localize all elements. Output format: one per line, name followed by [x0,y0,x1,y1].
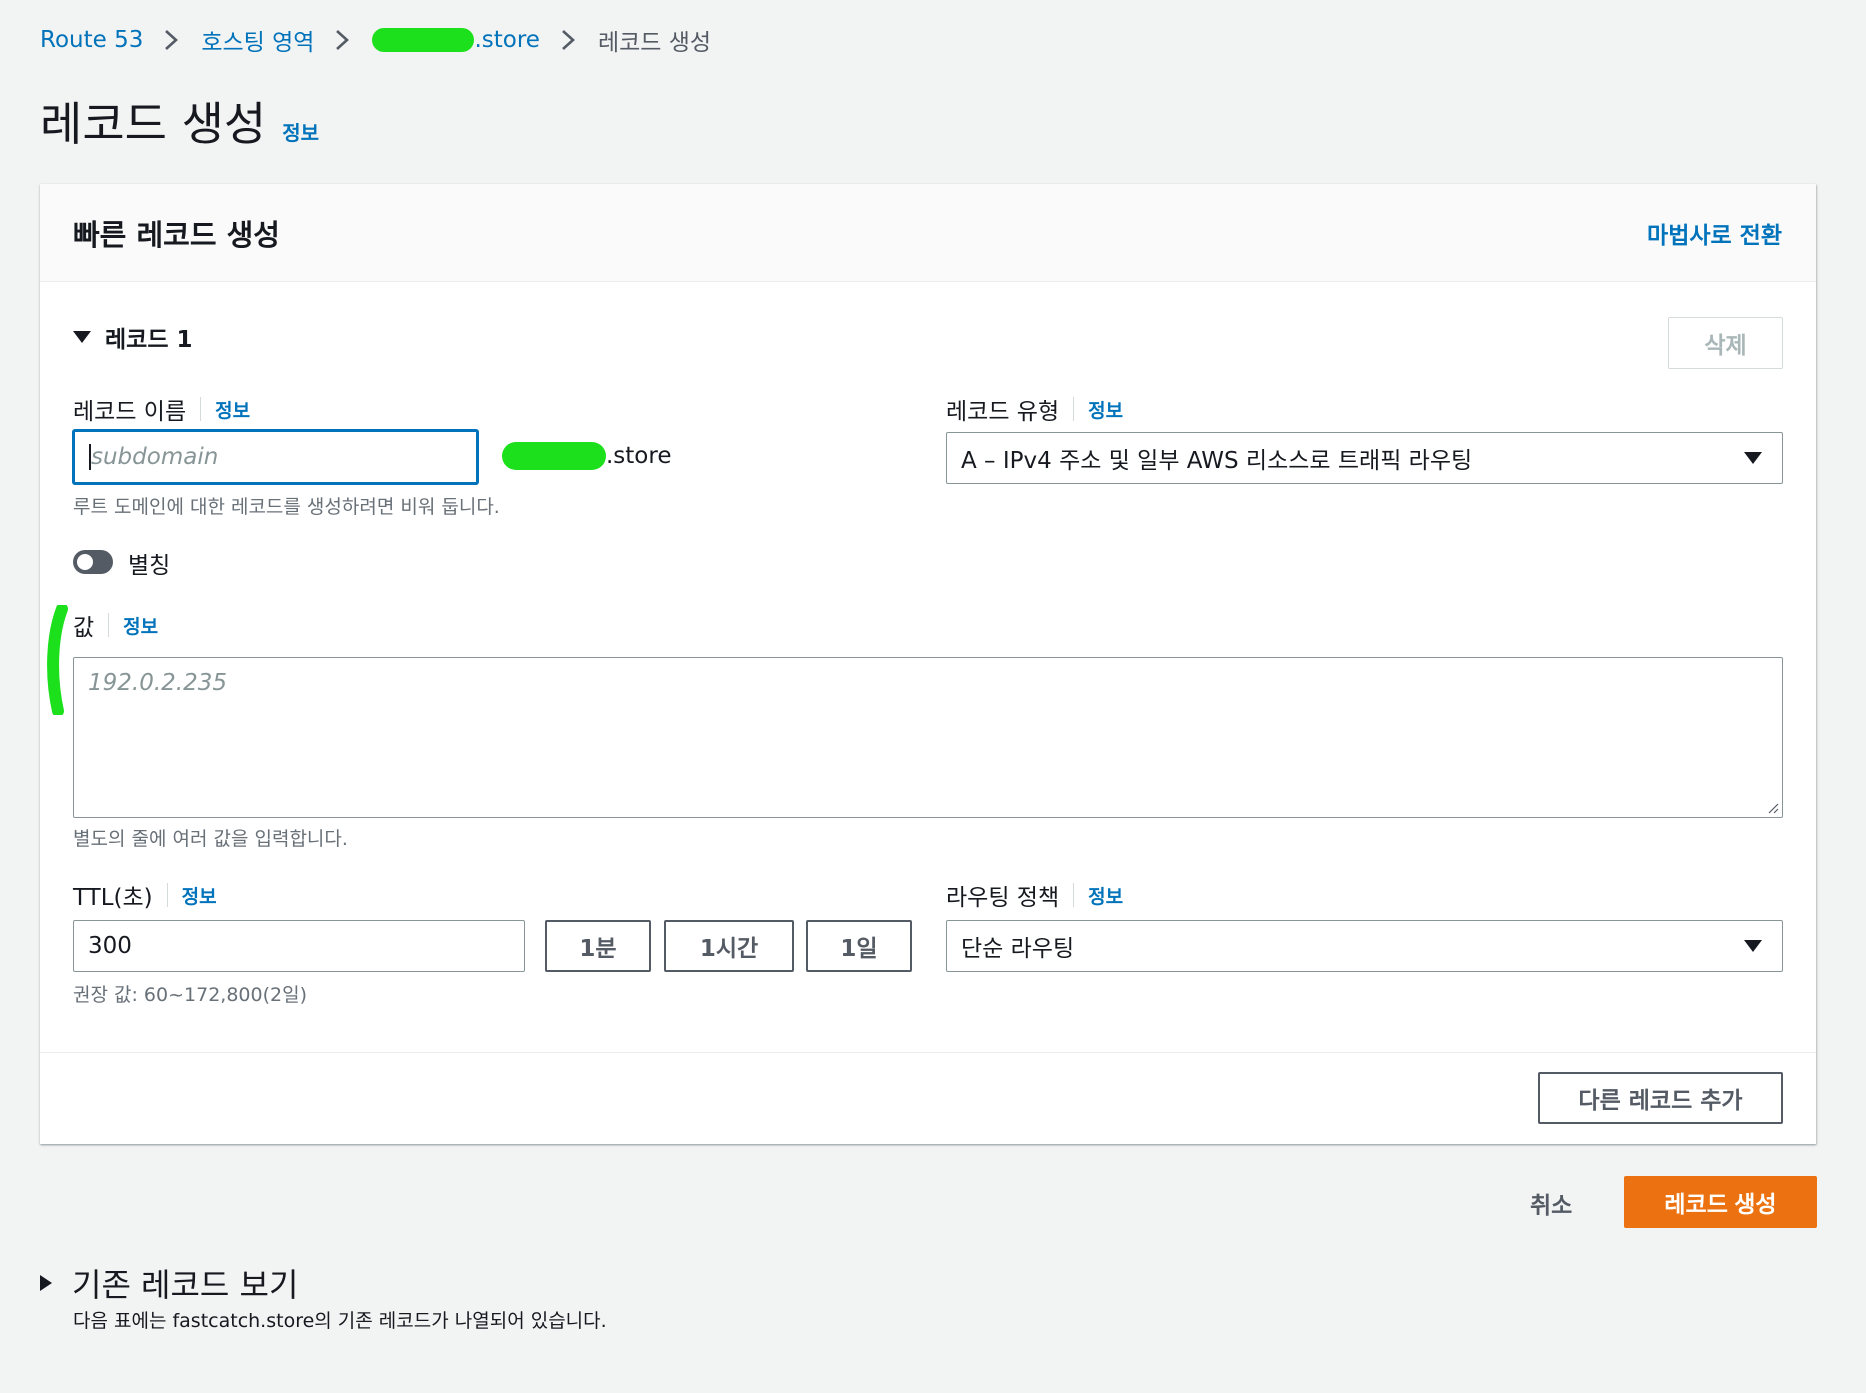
routing-policy-select[interactable]: 단순 라우팅 [946,920,1783,972]
existing-records-description: 다음 표에는 fastcatch.store의 기존 레코드가 나열되어 있습니… [73,1310,607,1332]
dropdown-arrow-icon [1744,452,1762,464]
delete-record-button[interactable]: 삭제 [1668,317,1783,369]
chevron-right-icon [336,30,350,50]
chevron-right-icon [165,30,179,50]
redaction-mark [372,28,475,52]
breadcrumb-domain[interactable]: .store [372,27,540,53]
label-divider [166,883,168,907]
resize-handle-icon[interactable] [1767,802,1779,814]
record-type-label: 레코드 유형 [946,399,1060,425]
label-divider [1073,883,1075,907]
record-name-info-link[interactable]: 정보 [215,396,250,423]
value-hint: 별도의 줄에 여러 값을 입력합니다. [73,828,348,850]
create-records-button[interactable]: 레코드 생성 [1624,1176,1817,1228]
record-name-suffix-text: .store [606,443,672,469]
panel-header: 빠른 레코드 생성 마법사로 전환 [40,184,1816,282]
add-another-record-button[interactable]: 다른 레코드 추가 [1538,1072,1783,1124]
ttl-label-row: TTL(초) 정보 [73,878,217,912]
alias-toggle[interactable] [73,550,113,574]
label-divider [200,397,202,421]
panel-title: 빠른 레코드 생성 [73,218,280,252]
record-name-label-row: 레코드 이름 정보 [73,392,250,426]
cancel-button[interactable]: 취소 [1530,1186,1572,1220]
switch-to-wizard-link[interactable]: 마법사로 전환 [1647,216,1782,250]
value-textarea[interactable]: 192.0.2.235 [73,657,1783,818]
record-name-label: 레코드 이름 [73,399,187,425]
toggle-knob [77,554,93,570]
record-name-domain-suffix: .store [502,442,672,470]
value-info-link[interactable]: 정보 [123,612,158,639]
value-label-row: 값 정보 [73,608,158,642]
breadcrumb-domain-suffix: .store [474,27,540,53]
existing-records-toggle[interactable]: 기존 레코드 보기 [40,1260,298,1306]
quick-create-panel: 빠른 레코드 생성 마법사로 전환 레코드 1 삭제 레코드 이름 정보 sub… [40,184,1816,1144]
breadcrumb-route53[interactable]: Route 53 [40,27,143,53]
ttl-value: 300 [88,933,132,959]
record-1-toggle[interactable]: 레코드 1 [73,320,193,354]
chevron-right-icon [562,30,575,50]
ttl-info-link[interactable]: 정보 [182,882,217,909]
record-name-placeholder: subdomain [91,444,219,470]
routing-label: 라우팅 정책 [946,885,1060,911]
breadcrumb-hosted-zones[interactable]: 호스팅 영역 [201,23,314,57]
label-divider [1073,397,1075,421]
value-placeholder: 192.0.2.235 [88,670,227,696]
record-name-hint: 루트 도메인에 대한 레코드를 생성하려면 비워 둡니다. [73,496,500,518]
panel-divider [40,1052,1816,1053]
breadcrumb-current: 레코드 생성 [597,30,712,56]
routing-policy-value: 단순 라우팅 [961,936,1075,962]
label-divider [108,613,110,637]
value-label: 값 [73,615,95,641]
record-type-info-link[interactable]: 정보 [1088,396,1123,423]
record-1-heading: 레코드 1 [105,327,193,353]
routing-info-link[interactable]: 정보 [1088,882,1123,909]
page-title: 레코드 생성 정보 [40,88,319,154]
ttl-label: TTL(초) [73,885,153,911]
existing-records-title: 기존 레코드 보기 [72,1266,299,1304]
record-type-select[interactable]: A – IPv4 주소 및 일부 AWS 리소스로 트래픽 라우팅 [946,432,1783,484]
dropdown-arrow-icon [1744,940,1762,952]
record-type-value: A – IPv4 주소 및 일부 AWS 리소스로 트래픽 라우팅 [961,448,1473,474]
ttl-1-hour-button[interactable]: 1시간 [664,920,794,972]
ttl-1-day-button[interactable]: 1일 [806,920,912,972]
caret-right-icon [40,1275,52,1291]
routing-label-row: 라우팅 정책 정보 [946,878,1123,912]
redaction-mark [502,442,606,470]
ttl-hint: 권장 값: 60~172,800(2일) [73,984,307,1006]
record-type-label-row: 레코드 유형 정보 [946,392,1123,426]
page-title-text: 레코드 생성 [40,97,267,151]
highlight-mark [47,605,68,715]
page-info-link[interactable]: 정보 [282,117,319,146]
alias-label: 별칭 [128,553,171,579]
caret-down-icon [73,331,91,343]
ttl-1-minute-button[interactable]: 1분 [545,920,651,972]
record-name-input[interactable]: subdomain [73,430,478,484]
ttl-input[interactable]: 300 [73,920,525,972]
breadcrumb: Route 53 호스팅 영역 .store 레코드 생성 [40,22,711,58]
